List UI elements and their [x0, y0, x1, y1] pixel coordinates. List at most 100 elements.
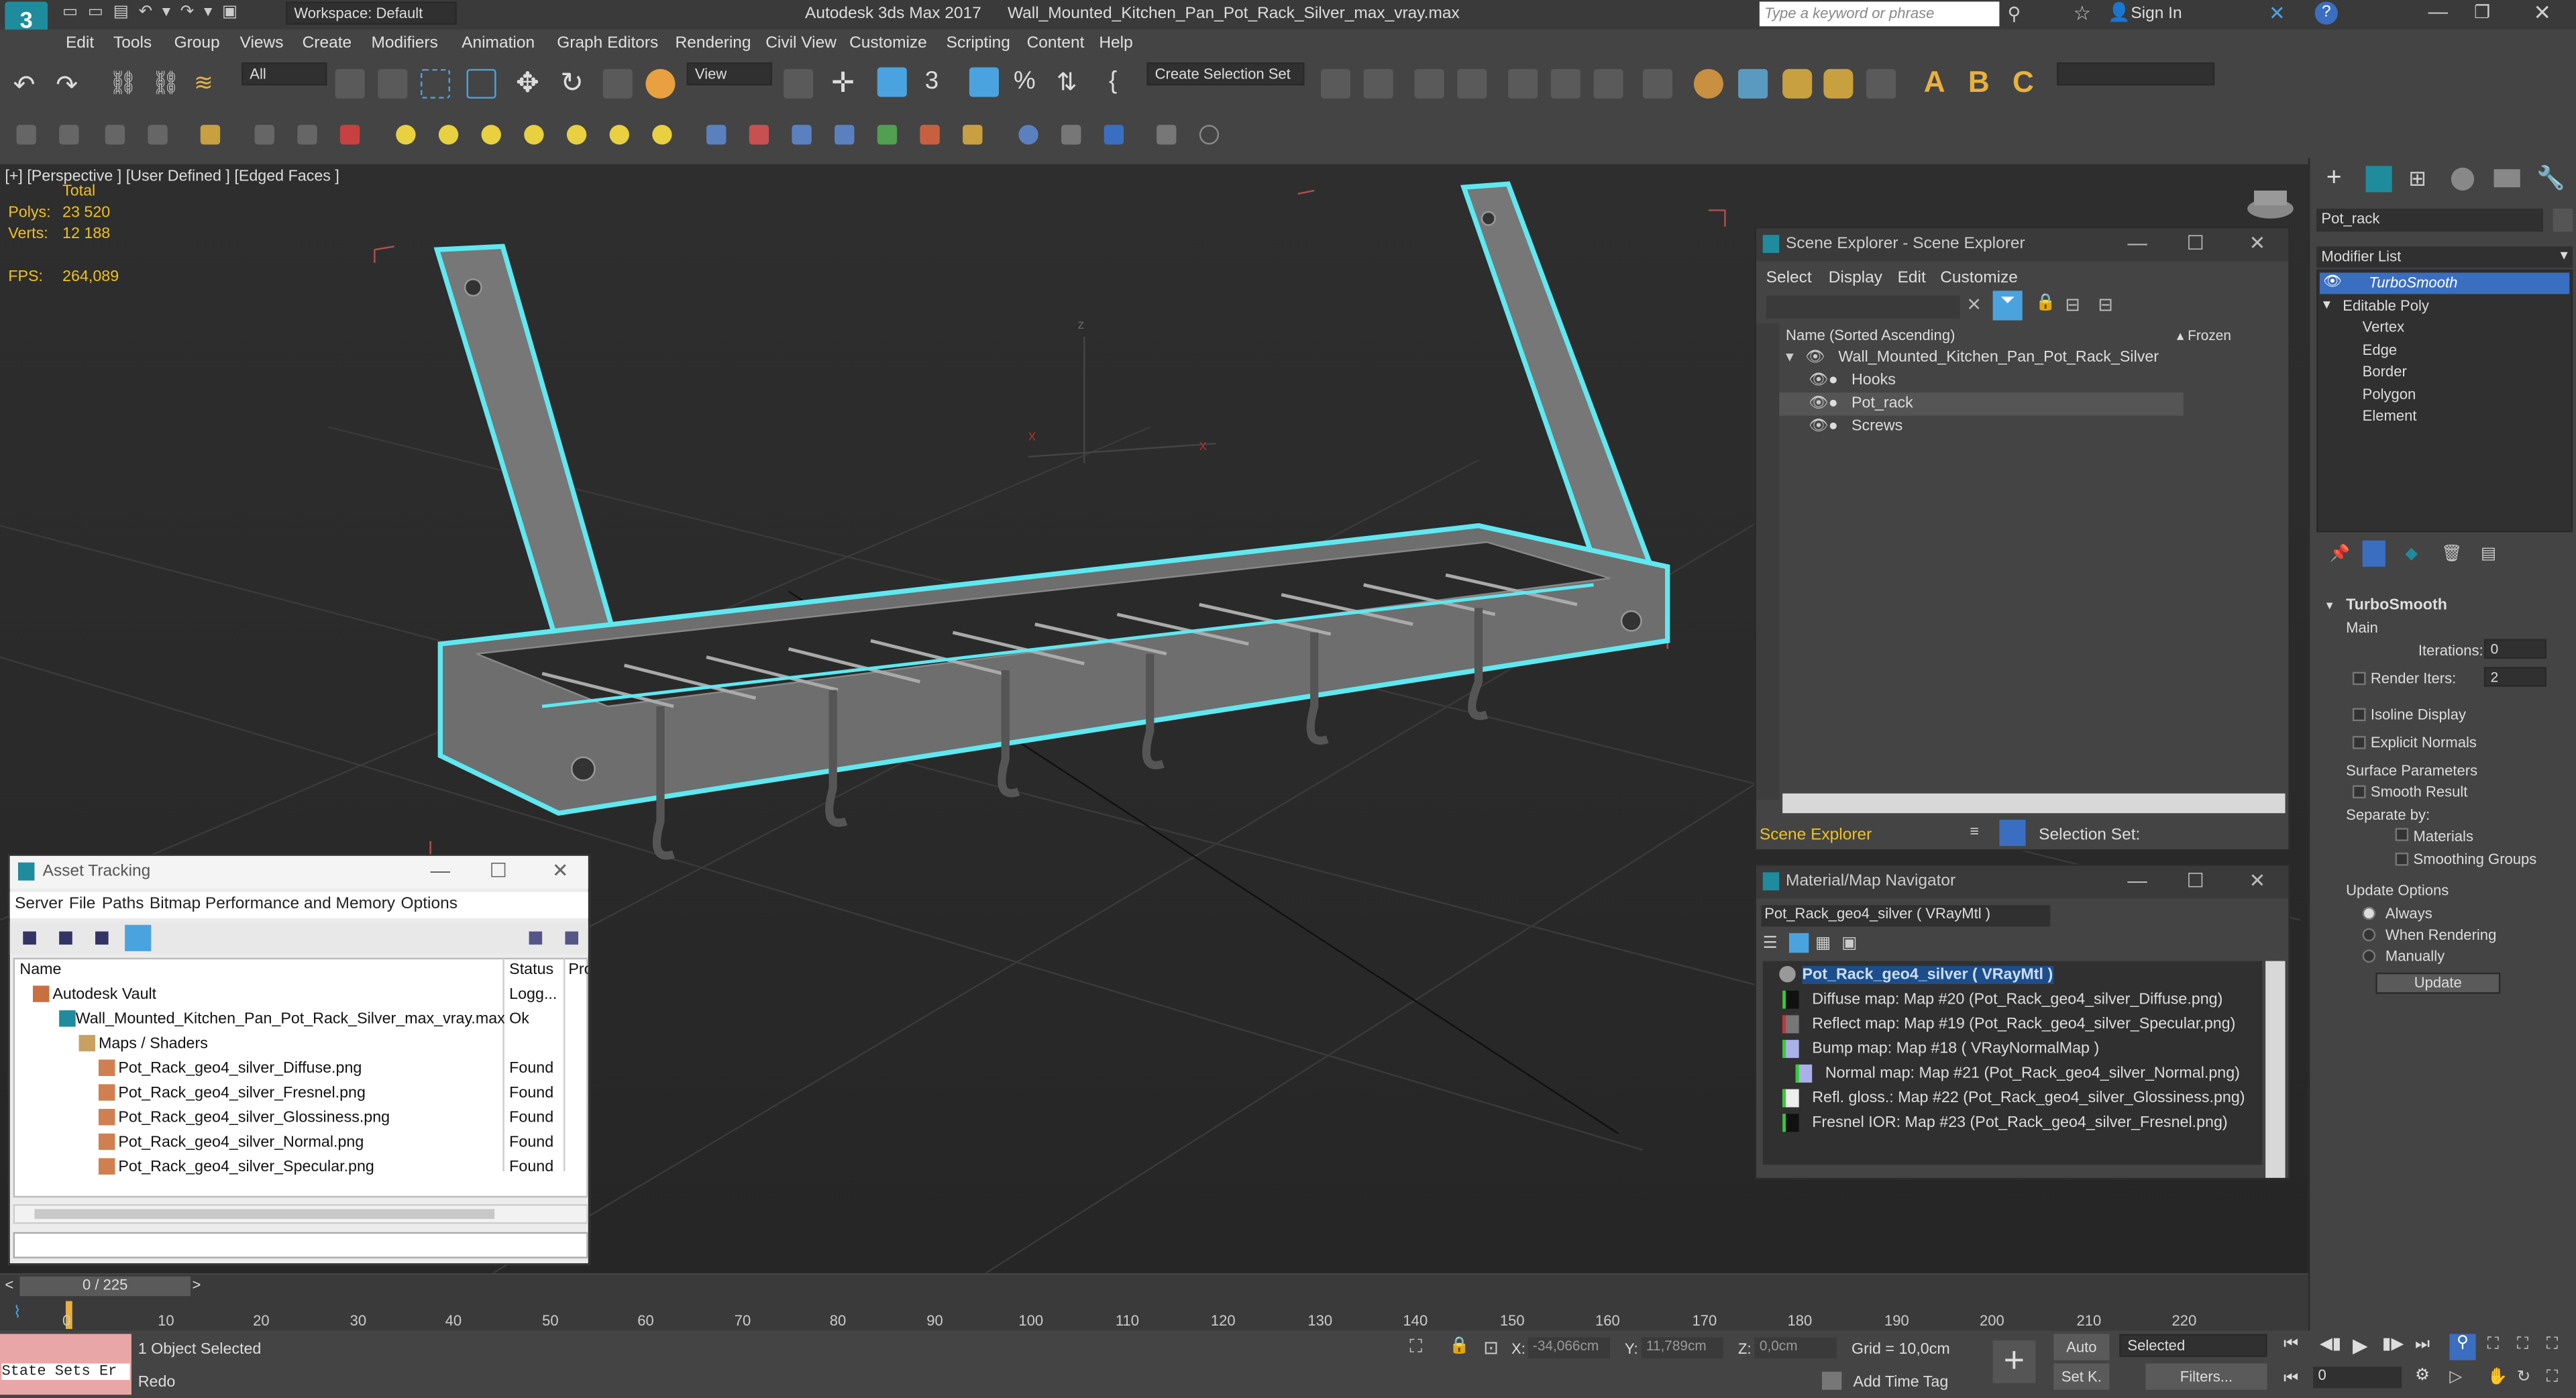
eye-icon[interactable]: 👁 [2323, 273, 2342, 291]
rollout-collapse-icon[interactable]: ▾ [2326, 598, 2333, 612]
snaps-toggle-icon[interactable]: 3 [925, 67, 955, 97]
view-large-icons-icon[interactable]: ▣ [1841, 934, 1857, 953]
scene-tree-item-hooks[interactable]: 👁 ● Hooks [1779, 370, 2288, 392]
asset-tracking-close[interactable]: ✕ [552, 859, 569, 882]
always-radio[interactable] [2362, 906, 2376, 920]
ribbon-light-1-icon[interactable] [396, 125, 416, 145]
menu-civil-view[interactable]: Civil View [765, 34, 837, 52]
select-manipulate-icon[interactable]: ✛ [831, 67, 861, 99]
view-list-icon[interactable]: ☰ [1763, 934, 1778, 953]
asset-row[interactable]: Pot_Rack_geo4_silver_Diffuse.png Found [10, 1058, 588, 1081]
mini-curve-editor-icon[interactable]: ⌇ [13, 1304, 21, 1322]
close-button[interactable]: ✕ [2533, 0, 2551, 26]
render-setup-icon[interactable] [1693, 68, 1723, 99]
percent-snap-icon[interactable]: % [1014, 67, 1043, 97]
ribbon-tool-9-icon[interactable] [706, 125, 727, 145]
material-navigator-maximize[interactable]: ☐ [2187, 869, 2204, 892]
angle-snap-icon[interactable] [969, 67, 999, 97]
ribbon-tool-15-icon[interactable] [963, 125, 983, 145]
smoothing-groups-checkbox[interactable] [2395, 852, 2409, 866]
asset-col-name[interactable]: Name [19, 961, 61, 979]
time-slider-thumb[interactable]: 0 / 225 [19, 1276, 191, 1297]
ribbon-tool-18-icon[interactable] [1104, 125, 1124, 145]
asset-row[interactable]: Pot_Rack_geo4_silver_Glossiness.png Foun… [10, 1108, 588, 1130]
viewport-label[interactable]: [+] [Perspective ] [User Defined ] [Edge… [5, 168, 339, 186]
asset-row[interactable]: Wall_Mounted_Kitchen_Pan_Pot_Rack_Silver… [10, 1009, 588, 1032]
ribbon-tool-6-icon[interactable] [254, 125, 274, 145]
remove-modifier-icon[interactable]: 🗑 [2441, 545, 2462, 563]
menu-scripting[interactable]: Scripting [947, 34, 1010, 52]
time-config-icon[interactable]: ⚙ [2415, 1366, 2430, 1385]
zoom-extents-all-icon[interactable]: ⛶ [2546, 1336, 2558, 1354]
menu-customize[interactable]: Customize [849, 34, 927, 52]
exchange-icon[interactable]: ✕ [2269, 1, 2286, 24]
ribbon-tool-17-icon[interactable] [1061, 125, 1081, 145]
material-editor-icon[interactable] [1593, 68, 1623, 99]
material-map-item[interactable]: Refl. gloss.: Map #22 (Pot_Rack_geo4_sil… [1779, 1087, 2288, 1110]
time-tag-icon[interactable] [1821, 1371, 1842, 1390]
material-tree-vscroll[interactable] [2265, 961, 2286, 1178]
filter-icon[interactable]: ⏷ [1992, 290, 2023, 321]
ribbon-tool-2-icon[interactable] [59, 125, 79, 145]
render-iterative-icon[interactable] [1823, 68, 1854, 99]
menu-help[interactable]: Help [1099, 34, 1132, 52]
scene-explorer-menu-display[interactable]: Display [1829, 270, 1882, 288]
time-slider[interactable]: < 0 / 225 > [0, 1275, 2308, 1298]
time-slider-prev[interactable]: < [5, 1277, 13, 1293]
scene-explorer-search[interactable] [1766, 295, 1960, 319]
create-tab-icon[interactable]: + [2326, 164, 2342, 194]
make-unique-icon[interactable]: ◆ [2405, 545, 2418, 563]
binoculars-icon[interactable]: ⚲ [2008, 3, 2021, 24]
smooth-result-checkbox[interactable] [2352, 785, 2366, 799]
sign-in-button[interactable]: Sign In [2131, 5, 2182, 23]
slate-material-icon[interactable] [1642, 68, 1673, 99]
menu-edit[interactable]: Edit [66, 34, 94, 52]
key-filters-button[interactable]: Filters... [2145, 1363, 2267, 1390]
material-name-field[interactable]: Pot_Rack_geo4_silver ( VRayMtl ) [1761, 905, 2051, 927]
eye-icon[interactable]: 👁 [1805, 348, 1825, 366]
window-crossing-icon[interactable] [466, 68, 496, 99]
asset-menu-options[interactable]: Options [401, 896, 458, 914]
asset-tool-2-icon[interactable] [59, 931, 72, 945]
subobject-border[interactable]: Border [2363, 363, 2407, 379]
asset-row[interactable]: Maps / Shaders [10, 1033, 588, 1056]
scene-explorer-header-frozen[interactable]: ▴ Frozen [2177, 327, 2231, 345]
modifier-stack-item-editable-poly[interactable]: ▾ Editable Poly [2320, 296, 2569, 317]
add-time-tag[interactable]: Add Time Tag [1853, 1373, 1948, 1391]
mirror-icon[interactable] [1320, 68, 1351, 99]
scene-explorer-maximize[interactable]: ☐ [2187, 231, 2204, 254]
menu-rendering[interactable]: Rendering [676, 34, 751, 52]
redo-icon[interactable]: ↷ [56, 69, 85, 101]
asset-menu-paths[interactable]: Paths [102, 896, 144, 914]
ribbon-tool-12-icon[interactable] [835, 125, 855, 145]
text-a-icon[interactable]: A [1924, 66, 1953, 99]
menu-views[interactable]: Views [240, 34, 284, 52]
rotate-icon[interactable]: ↻ [560, 67, 590, 99]
asset-tool-3-icon[interactable] [95, 931, 109, 945]
bind-space-warp-icon[interactable]: ≋ [194, 69, 223, 99]
scene-explorer-menu-select[interactable]: Select [1766, 270, 1812, 288]
orbit-icon[interactable]: ↻ [2517, 1368, 2531, 1387]
menu-create[interactable]: Create [303, 34, 352, 52]
modify-tab-icon[interactable] [2365, 166, 2392, 193]
object-color-swatch[interactable] [2553, 209, 2573, 232]
maxscript-listener[interactable]: State Sets Er [0, 1334, 131, 1395]
maximize-button[interactable]: ❐ [2474, 1, 2490, 23]
scene-explorer-titlebar[interactable]: Scene Explorer - Scene Explorer — ☐ ✕ [1756, 228, 2289, 262]
time-slider-next[interactable]: > [193, 1277, 201, 1293]
asset-menu-server[interactable]: Server [15, 896, 63, 914]
update-button[interactable]: Update [2375, 972, 2501, 994]
pin-stack-icon[interactable]: 📌 [2330, 545, 2350, 563]
ribbon-tool-13-icon[interactable] [877, 125, 898, 145]
go-to-end-icon[interactable]: ⏭ [2415, 1336, 2430, 1354]
edit-named-selection-icon[interactable]: { [1109, 67, 1138, 97]
asset-tool-6-icon[interactable] [565, 931, 579, 945]
zoom-extents-icon[interactable]: ⛶ [2517, 1336, 2528, 1354]
scale-icon[interactable] [602, 68, 633, 99]
reference-coordinate-dropdown[interactable]: View [686, 62, 773, 86]
isoline-checkbox[interactable] [2352, 708, 2366, 722]
coord-x-field[interactable]: -34,066cm [1527, 1337, 1610, 1359]
asset-tool-4-icon[interactable] [125, 924, 152, 951]
align-icon[interactable] [1363, 68, 1393, 99]
layer-explorer-icon[interactable] [1414, 68, 1444, 99]
